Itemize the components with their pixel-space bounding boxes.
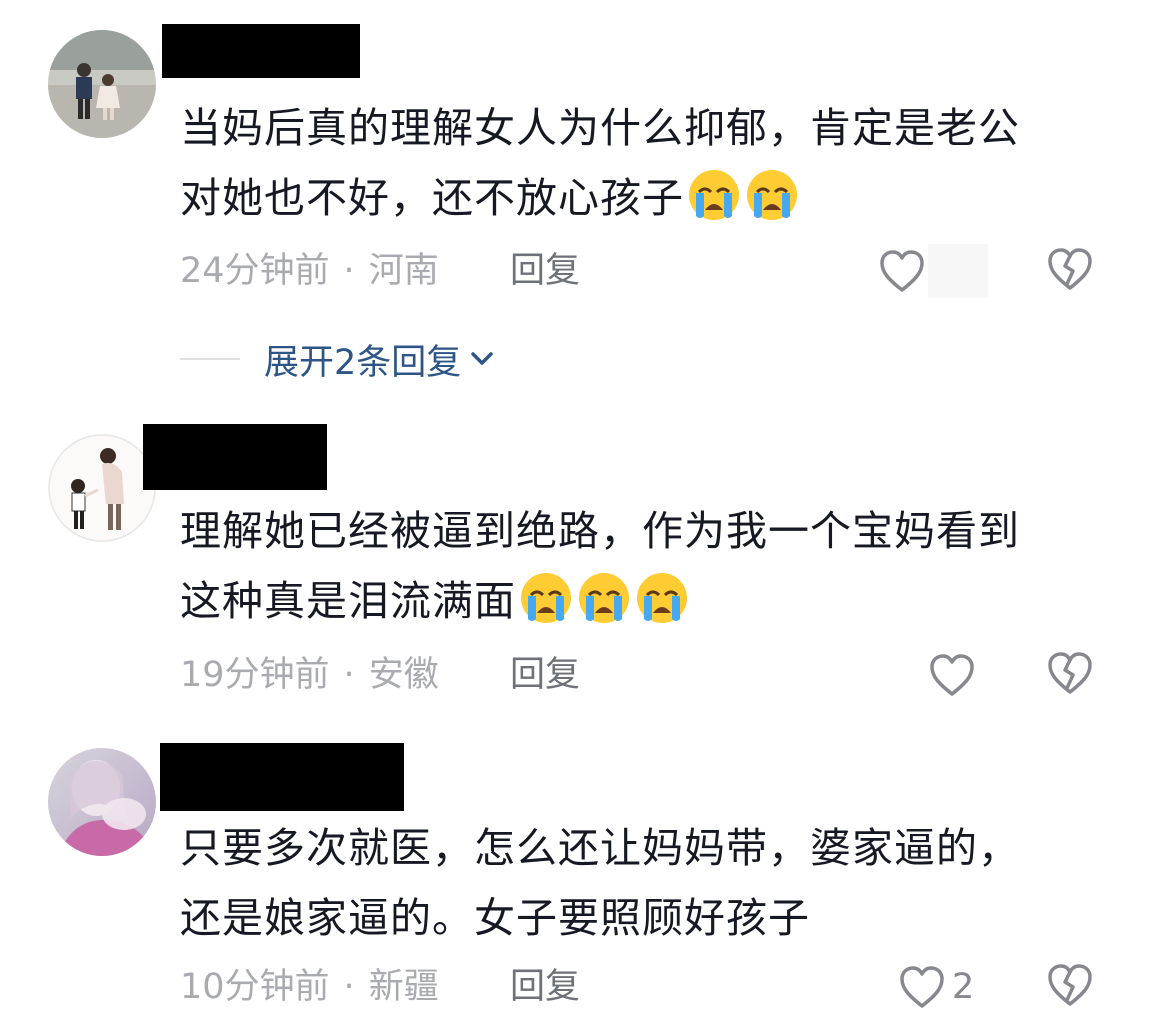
comment-item: 只要多次就医，怎么还让妈妈带，婆家逼的， 还是娘家逼的。女子要照顾好孩子 10分… (0, 0, 1152, 1029)
dislike-button[interactable] (1046, 962, 1096, 1012)
comment-time: 10分钟前 (180, 967, 330, 1007)
comment-text-line: 只要多次就医，怎么还让妈妈带，婆家逼的， (180, 824, 1020, 872)
avatar-photo (48, 748, 156, 856)
comment-text: 只要多次就医，怎么还让妈妈带，婆家逼的， 还是娘家逼的。女子要照顾好孩子 (180, 813, 1100, 953)
comment-meta: 10分钟前 · 新疆 (180, 962, 439, 1012)
like-count: 2 (952, 967, 975, 1007)
like-button[interactable]: 2 (898, 962, 974, 1012)
heart-outline-icon (900, 966, 944, 1008)
redacted-username (160, 743, 404, 811)
comment-text-line: 还是娘家逼的。女子要照顾好孩子 (180, 894, 810, 942)
avatar[interactable] (48, 748, 156, 856)
reply-button[interactable]: 回复 (510, 962, 580, 1012)
broken-heart-icon (1048, 964, 1092, 1006)
comment-location: 新疆 (368, 967, 439, 1007)
meta-separator: · (343, 967, 355, 1007)
